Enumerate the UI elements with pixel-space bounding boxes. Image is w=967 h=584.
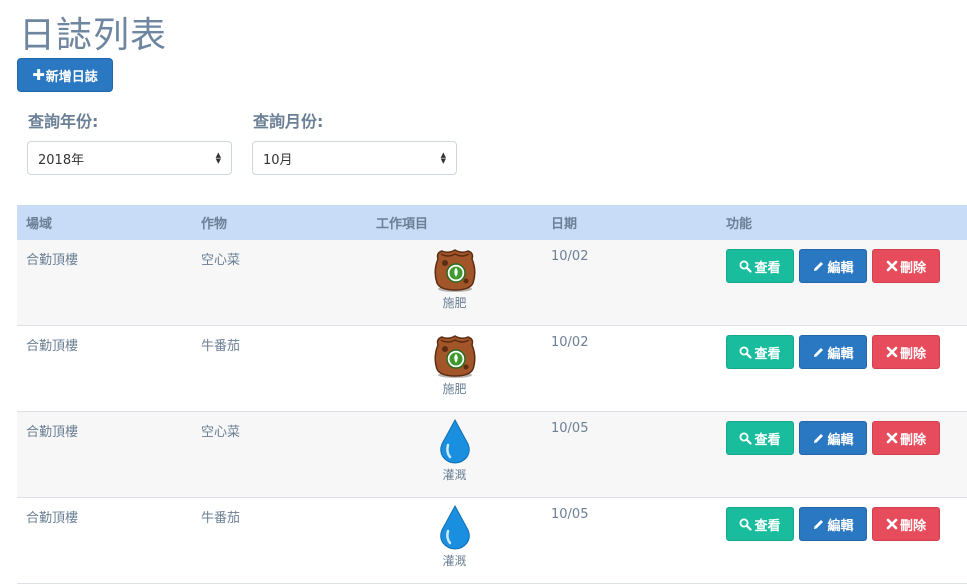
work-label: 施肥 (442, 296, 467, 310)
view-button[interactable]: 查看 (726, 421, 794, 455)
fertilizer-bag-icon (432, 245, 478, 293)
view-label: 查看 (754, 346, 781, 362)
work-cell: 施肥 (367, 240, 542, 326)
actions-cell: 查看 編輯 刪除 (717, 411, 967, 498)
close-icon (886, 260, 898, 272)
pencil-icon (814, 261, 824, 271)
month-select[interactable]: 10月 ▲ ▼ (252, 141, 457, 175)
work-cell: 施肥 (367, 325, 542, 412)
delete-button[interactable]: 刪除 (872, 507, 940, 541)
year-select[interactable]: 2018年 ▲ ▼ (27, 141, 232, 175)
field-cell: 合勤頂樓 (17, 411, 192, 498)
table-row: 合勤頂樓 空心菜 施肥 10/02 查看 編輯 刪除 (17, 240, 967, 326)
work-cell: 灌溉 (367, 497, 542, 584)
date-cell: 10/02 (542, 325, 717, 412)
delete-label: 刪除 (899, 518, 926, 534)
column-header-crop: 作物 (192, 205, 367, 240)
view-label: 查看 (754, 260, 781, 276)
delete-button[interactable]: 刪除 (872, 335, 940, 369)
close-icon (886, 432, 898, 444)
field-cell: 合勤頂樓 (17, 325, 192, 412)
search-icon (739, 346, 753, 359)
select-arrows-icon: ▲ ▼ (215, 151, 221, 165)
work-label: 灌溉 (442, 554, 467, 568)
delete-button[interactable]: 刪除 (872, 421, 940, 455)
delete-label: 刪除 (899, 346, 926, 362)
edit-button[interactable]: 編輯 (799, 335, 867, 369)
view-button[interactable]: 查看 (726, 335, 794, 369)
plus-icon: ✚ (32, 65, 45, 84)
year-select-value: 2018年 (38, 152, 85, 168)
add-log-button[interactable]: ✚ 新增日誌 (17, 58, 113, 92)
actions-cell: 查看 編輯 刪除 (717, 325, 967, 412)
pencil-icon (814, 347, 824, 357)
delete-label: 刪除 (899, 260, 926, 276)
add-log-label: 新增日誌 (45, 69, 98, 85)
select-arrows-icon: ▲ ▼ (440, 151, 446, 165)
search-icon (739, 432, 753, 445)
table-row: 合勤頂樓 牛番茄 施肥 10/02 查看 編輯 刪除 (17, 325, 967, 412)
field-cell: 合勤頂樓 (17, 240, 192, 326)
view-button[interactable]: 查看 (726, 507, 794, 541)
edit-button[interactable]: 編輯 (799, 507, 867, 541)
date-cell: 10/05 (542, 411, 717, 498)
edit-label: 編輯 (827, 260, 854, 276)
view-label: 查看 (754, 432, 781, 448)
column-header-field: 場域 (17, 205, 192, 240)
edit-label: 編輯 (827, 432, 854, 448)
view-button[interactable]: 查看 (726, 249, 794, 283)
close-icon (886, 346, 898, 358)
actions-cell: 查看 編輯 刪除 (717, 240, 967, 326)
pencil-icon (814, 433, 824, 443)
crop-cell: 牛番茄 (192, 325, 367, 412)
table-row: 合勤頂樓 空心菜 灌溉 10/05 查看 編輯 刪除 (17, 411, 967, 498)
water-drop-icon (438, 417, 472, 465)
year-filter-label: 查詢年份: (28, 112, 99, 131)
close-icon (886, 518, 898, 530)
column-header-actions: 功能 (717, 205, 967, 240)
edit-button[interactable]: 編輯 (799, 249, 867, 283)
table-header-row: 場域 作物 工作項目 日期 功能 (17, 205, 967, 240)
edit-button[interactable]: 編輯 (799, 421, 867, 455)
crop-cell: 牛番茄 (192, 497, 367, 584)
crop-cell: 空心菜 (192, 411, 367, 498)
month-select-value: 10月 (263, 152, 293, 168)
column-header-date: 日期 (542, 205, 717, 240)
log-table: 場域 作物 工作項目 日期 功能 合勤頂樓 空心菜 施肥 10/02 查看 編輯刪… (17, 205, 967, 584)
table-row: 合勤頂樓 牛番茄 灌溉 10/05 查看 編輯 刪除 (17, 497, 967, 584)
date-cell: 10/05 (542, 497, 717, 584)
water-drop-icon (438, 503, 472, 551)
field-cell: 合勤頂樓 (17, 497, 192, 584)
edit-label: 編輯 (827, 518, 854, 534)
column-header-work: 工作項目 (367, 205, 542, 240)
edit-label: 編輯 (827, 346, 854, 362)
work-label: 灌溉 (442, 468, 467, 482)
month-filter-label: 查詢月份: (253, 112, 324, 131)
work-label: 施肥 (442, 382, 467, 396)
fertilizer-bag-icon (432, 331, 478, 379)
pencil-icon (814, 519, 824, 529)
date-cell: 10/02 (542, 240, 717, 326)
delete-label: 刪除 (899, 432, 926, 448)
search-icon (739, 260, 753, 273)
actions-cell: 查看 編輯 刪除 (717, 497, 967, 584)
view-label: 查看 (754, 518, 781, 534)
page-title: 日誌列表 (19, 15, 168, 56)
work-cell: 灌溉 (367, 411, 542, 498)
delete-button[interactable]: 刪除 (872, 249, 940, 283)
crop-cell: 空心菜 (192, 240, 367, 326)
search-icon (739, 518, 753, 531)
